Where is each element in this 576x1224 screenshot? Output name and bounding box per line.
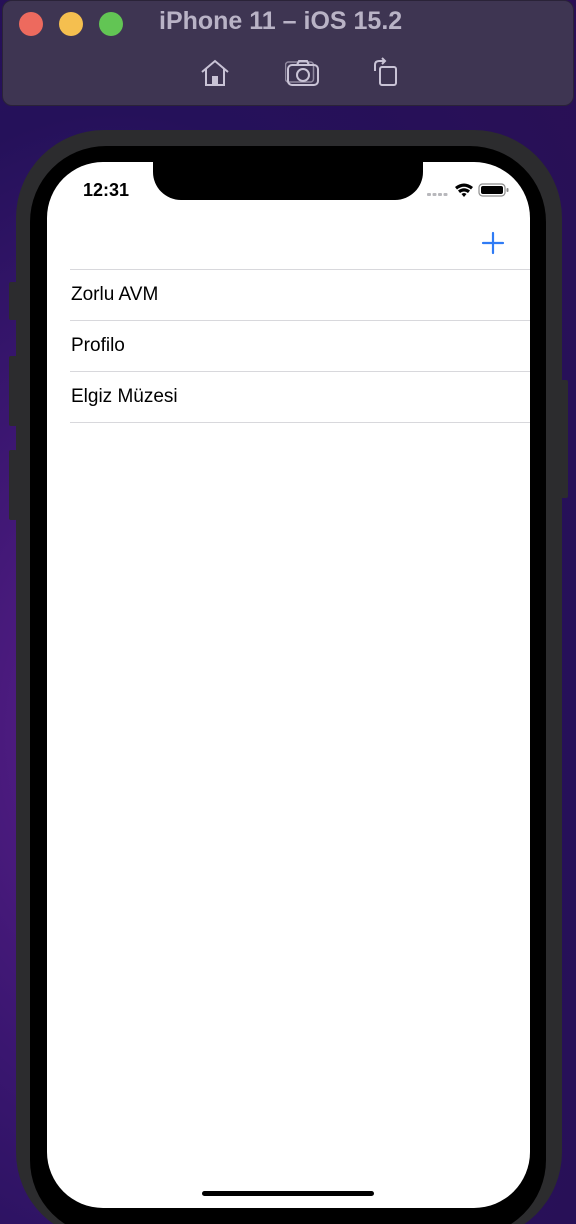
home-icon — [201, 59, 229, 86]
simulator-title: iPhone 11 – iOS 15.2 — [159, 7, 403, 35]
minimize-window-button[interactable] — [59, 12, 83, 36]
simulator-titlebar: iPhone 11 – iOS 15.2 — [2, 0, 574, 106]
places-list: Zorlu AVM Profilo Elgiz Müzesi — [70, 269, 530, 423]
battery-icon — [478, 183, 509, 197]
volume-up-button — [9, 356, 17, 426]
rotate-icon — [374, 57, 397, 86]
maximize-window-button[interactable] — [99, 12, 123, 36]
notch — [153, 162, 423, 200]
side-power-button — [560, 380, 568, 498]
camera-icon — [285, 60, 319, 86]
home-indicator[interactable] — [202, 1191, 374, 1196]
close-window-button[interactable] — [19, 12, 43, 36]
list-item-label: Elgiz Müzesi — [71, 386, 178, 407]
home-button[interactable] — [197, 56, 233, 90]
screenshot-button[interactable] — [285, 56, 321, 90]
add-button[interactable] — [481, 231, 505, 255]
wifi-icon — [455, 183, 473, 197]
iphone-screen: 12:31 Zorlu AVM Profilo Elgiz Müzesi — [47, 162, 530, 1208]
silent-switch — [9, 282, 17, 320]
list-item[interactable]: Zorlu AVM — [70, 270, 530, 321]
status-icons — [427, 183, 509, 197]
list-item[interactable]: Profilo — [70, 321, 530, 372]
status-time: 12:31 — [83, 180, 130, 200]
rotate-button[interactable] — [367, 56, 403, 90]
volume-down-button — [9, 450, 17, 520]
plus-icon — [481, 231, 505, 255]
list-item-label: Zorlu AVM — [71, 284, 159, 305]
list-item[interactable]: Elgiz Müzesi — [70, 372, 530, 423]
list-item-label: Profilo — [71, 335, 125, 356]
cellular-signal-icon — [427, 193, 448, 196]
